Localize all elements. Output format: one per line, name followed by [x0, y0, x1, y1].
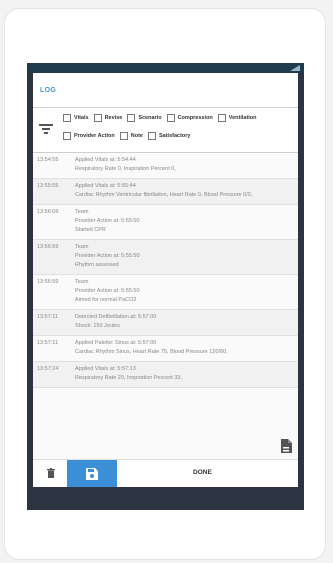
trash-icon[interactable]	[47, 468, 55, 478]
log-line: Cardiac Rhythm Ventricular fibrillation,…	[75, 192, 253, 198]
filter-label: Ventilation	[228, 115, 257, 121]
log-line: Aimed for normal PaCO2	[75, 297, 137, 303]
done-button[interactable]: DONE	[193, 469, 212, 476]
export-document-icon[interactable]	[280, 439, 292, 453]
log-text: Applied Palette: Sinus at: 5:57:00 Cardia…	[75, 339, 298, 357]
log-time: 13:57:11	[37, 314, 59, 320]
log-time: 13:57:11	[37, 340, 59, 346]
save-button[interactable]	[67, 460, 117, 487]
log-text: Team Provider Action at: 5:55:50 Rhythm as…	[75, 243, 298, 270]
log-time: 13:56:59	[37, 244, 59, 250]
log-line: Respiratory Rate 0, Inspiration Percent …	[75, 166, 176, 172]
log-line: Applied Vitals at: 5:54:44	[75, 157, 136, 163]
filter-checkbox-item[interactable]: Compression	[166, 114, 213, 122]
log-entry: 13:55:55 Applied Vitals at: 5:55:44 Cardia…	[33, 179, 298, 205]
log-line: Applied Vitals at: 5:57:13	[75, 366, 136, 372]
filter-label: Compression	[177, 115, 213, 121]
checkbox[interactable]	[119, 132, 128, 140]
filter-bar: Vitals Revise Scenario Compression Ventilati…	[33, 108, 298, 153]
filter-label: Provider Action	[74, 133, 115, 139]
filter-checkbox-item[interactable]: Revise	[93, 114, 123, 122]
filter-label: Vitals	[74, 115, 89, 121]
filter-label: Revise	[104, 115, 123, 121]
log-text: Detected Defibrillation at: 5:57:00 Shock…	[75, 313, 298, 331]
filter-label: Scenario	[138, 115, 162, 121]
filter-checkbox-item[interactable]: Ventilation	[217, 114, 257, 122]
log-entry: 13:56:59 Team Provider Action at: 5:55:50 A…	[33, 275, 298, 310]
log-time: 13:56:09	[37, 209, 59, 215]
log-line: Team	[75, 279, 89, 285]
log-time: 13:57:24	[37, 366, 59, 372]
log-entry: 13:56:09 Team Provider Action at: 5:55:00 S…	[33, 205, 298, 240]
log-line: Applied Palette: Sinus at: 5:57:00	[75, 340, 157, 346]
log-time: 13:55:55	[37, 183, 59, 189]
filter-checkbox-item[interactable]: Provider Action	[63, 132, 115, 140]
filter-icon[interactable]	[39, 123, 53, 135]
filter-checkbox-item[interactable]: Note	[119, 132, 143, 140]
log-entry: 13:57:24 Applied Vitals at: 5:57:13 Respir…	[33, 362, 298, 388]
log-text: Team Provider Action at: 5:55:50 Aimed for…	[75, 278, 298, 305]
log-text: Applied Vitals at: 5:57:13 Respiratory Ra…	[75, 365, 298, 383]
log-entry: 13:57:11 Detected Defibrillation at: 5:57…	[33, 310, 298, 336]
log-line: Team	[75, 244, 89, 250]
log-line: Shock: 150 Joules	[75, 323, 120, 329]
log-list[interactable]: 13:54:55 Applied Vitals at: 5:54:44 Respir…	[33, 153, 298, 451]
log-time: 13:56:59	[37, 279, 59, 285]
checkbox[interactable]	[166, 114, 175, 122]
log-entry: 13:54:55 Applied Vitals at: 5:54:44 Respir…	[33, 153, 298, 179]
checkbox[interactable]	[217, 114, 226, 122]
dialog-title: LOG	[40, 87, 57, 94]
log-entry: 13:57:11 Applied Palette: Sinus at: 5:57:…	[33, 336, 298, 362]
checkbox[interactable]	[63, 132, 71, 140]
dialog-header: LOG	[33, 73, 298, 108]
log-text: Team Provider Action at: 5:55:00 Started C…	[75, 208, 298, 235]
screen-bottom	[27, 487, 304, 510]
log-line: Applied Vitals at: 5:55:44	[75, 183, 136, 189]
log-dialog: LOG Vitals Revise Scenario Compression Venti…	[33, 73, 298, 487]
checkbox[interactable]	[127, 114, 136, 122]
log-line: Team	[75, 209, 89, 215]
log-text: Applied Vitals at: 5:54:44 Respiratory Ra…	[75, 156, 298, 174]
log-entry: 13:56:59 Team Provider Action at: 5:55:50 R…	[33, 240, 298, 275]
save-icon	[86, 468, 98, 480]
filter-checkbox-item[interactable]: Satisfactory	[147, 132, 191, 140]
log-line: Provider Action at: 5:55:50	[75, 253, 140, 259]
log-line: Detected Defibrillation at: 5:57:00	[75, 314, 157, 320]
log-line: Respiratory Rate 20, Inspiration Percent…	[75, 375, 183, 381]
bottom-action-bar: DONE	[33, 459, 298, 487]
filter-row-2: Provider Action Note Satisfactory	[63, 132, 195, 140]
checkbox[interactable]	[93, 114, 102, 122]
checkbox[interactable]	[147, 132, 156, 140]
phone-screen: LOG Vitals Revise Scenario Compression Venti…	[27, 63, 304, 510]
filter-label: Satisfactory	[158, 133, 191, 139]
filter-label: Note	[130, 133, 143, 139]
log-line: Provider Action at: 5:55:00	[75, 218, 140, 224]
log-line: Started CPR	[75, 227, 106, 233]
status-bar	[27, 63, 304, 73]
signal-icon	[290, 65, 300, 71]
log-line: Provider Action at: 5:55:50	[75, 288, 140, 294]
filter-checkbox-item[interactable]: Vitals	[63, 114, 89, 122]
filter-row-1: Vitals Revise Scenario Compression Ventilati…	[63, 114, 262, 122]
log-text: Applied Vitals at: 5:55:44 Cardiac Rhythm…	[75, 182, 298, 200]
checkbox[interactable]	[63, 114, 71, 122]
log-line: Cardiac Rhythm Sinus, Heart Rate 75, Blo…	[75, 349, 228, 355]
log-line: Rhythm assessed	[75, 262, 119, 268]
filter-checkbox-item[interactable]: Scenario	[127, 114, 162, 122]
log-time: 13:54:55	[37, 157, 59, 163]
